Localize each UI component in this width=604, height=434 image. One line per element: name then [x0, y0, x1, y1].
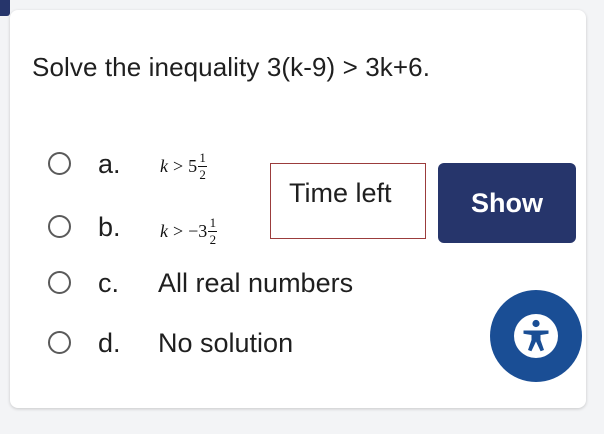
- option-letter: a.: [98, 149, 121, 179]
- timer-label: Time left: [289, 178, 392, 208]
- question-prefix: Solve the inequality: [32, 52, 267, 82]
- math-variable: k: [160, 156, 168, 176]
- option-text: All real numbers: [158, 268, 354, 298]
- fraction-numerator: 1: [199, 150, 206, 165]
- option-letter: b.: [98, 212, 121, 242]
- option-math-a: k > 5 1 2: [160, 150, 208, 182]
- question-expression: 3(k-9) > 3k+6.: [266, 52, 431, 82]
- fraction-denominator: 2: [209, 232, 217, 247]
- option-text: No solution: [158, 328, 294, 358]
- math-operator: >: [173, 156, 184, 176]
- math-whole: 5: [188, 156, 198, 176]
- accessibility-button[interactable]: [490, 290, 582, 382]
- show-timer-button[interactable]: Show: [438, 163, 576, 243]
- fraction-numerator: 1: [209, 215, 217, 230]
- fraction-denominator: 2: [199, 167, 206, 182]
- math-whole: −3: [188, 221, 208, 241]
- option-math-b: k > −3 1 2: [160, 215, 218, 247]
- math-fraction: 1 2: [198, 150, 208, 182]
- top-corner-marker: [0, 0, 10, 16]
- option-letter: c.: [98, 268, 120, 298]
- question-text: Solve the inequality 3(k-9) > 3k+6.: [32, 52, 430, 83]
- math-operator: >: [173, 221, 184, 241]
- option-letter: d.: [98, 328, 121, 358]
- radio-button-d[interactable]: [48, 331, 71, 354]
- radio-button-a[interactable]: [48, 152, 71, 175]
- radio-button-b[interactable]: [48, 215, 71, 238]
- radio-button-c[interactable]: [48, 271, 71, 294]
- math-variable: k: [160, 221, 168, 241]
- math-fraction: 1 2: [208, 215, 218, 247]
- accessibility-icon: [514, 314, 558, 358]
- timer-panel: Time left: [270, 163, 426, 239]
